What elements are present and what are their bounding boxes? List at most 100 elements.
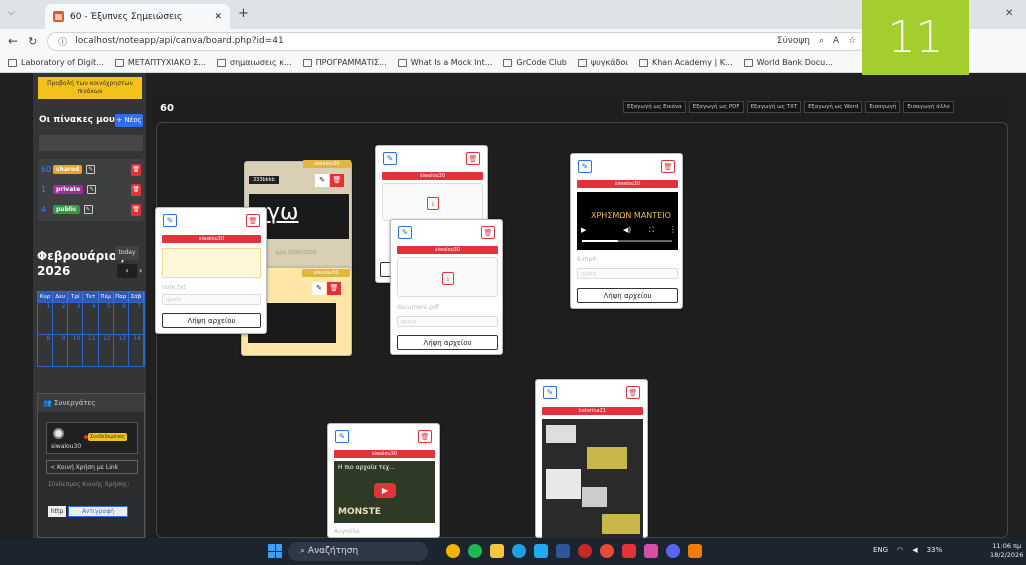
bookmark-item[interactable]: World Bank Docu... (743, 58, 833, 67)
calendar-day[interactable]: 9 (53, 335, 69, 366)
calendar-day[interactable]: 7 (129, 303, 144, 334)
app-icon[interactable] (578, 544, 592, 558)
trash-icon[interactable]: 🗑 (481, 226, 495, 239)
download-button[interactable]: Λήψη αρχείου (577, 288, 678, 303)
export-word-button[interactable]: Εξαγωγή ως Word (804, 101, 863, 113)
edit-icon[interactable]: ✎ (83, 205, 93, 214)
note-input[interactable]: ημνέα (397, 316, 498, 327)
spotify-icon[interactable] (468, 544, 482, 558)
favorite-star-icon[interactable]: ☆ (848, 36, 856, 46)
windows-start-icon[interactable] (268, 544, 282, 558)
download-button[interactable]: Λήψη αρχείου (397, 335, 498, 350)
video-player[interactable]: ΧΡΗΣΜΩΝ ΜΑΝΤΕΙΟ ▶ ◀) ⛶ ⋮ (577, 192, 678, 250)
video-card[interactable]: ✎ 🗑 siwalou30 ΧΡΗΣΜΩΝ ΜΑΝΤΕΙΟ ▶ ◀) ⛶ ⋮ 6… (570, 153, 683, 309)
app-icon[interactable] (446, 544, 460, 558)
shared-boards-button[interactable]: Προβολή των κοινόχρηστων πινάκων (38, 77, 142, 99)
address-bar[interactable]: ⓘ localhost/noteapp/api/canva/board.php?… (47, 31, 868, 51)
zoom-icon[interactable]: ⌕ (819, 36, 824, 46)
pdf-card[interactable]: ✎ 🗑 siwalou30 ⤓ document.pdf ημνέα Λήψη … (390, 219, 503, 355)
text-note-card[interactable]: ✎ 🗑 siwalou30 note.txt ημνέα Λήψη αρχείο… (155, 207, 267, 334)
read-aloud-icon[interactable]: A (833, 36, 839, 46)
calendar-next-icon[interactable]: › (139, 264, 149, 278)
note-input[interactable]: ημνέα (162, 294, 261, 305)
import-button[interactable]: Εισαγωγή (865, 101, 901, 113)
board-search-input[interactable] (39, 135, 143, 151)
bookmark-item[interactable]: Khan Academy | K... (638, 58, 733, 67)
share-link-field[interactable]: http (48, 506, 66, 517)
close-tab-icon[interactable]: ✕ (214, 12, 222, 22)
calendar-day[interactable]: 1 (38, 303, 54, 334)
trash-icon[interactable]: 🗑 (131, 203, 141, 216)
discord-icon[interactable] (666, 544, 680, 558)
trash-icon[interactable]: 🗑 (330, 174, 344, 187)
note-input[interactable]: ημνέα (577, 268, 678, 279)
board-row[interactable]: 60 shared ✎ 🗑 (41, 162, 141, 177)
trash-icon[interactable]: 🗑 (131, 183, 141, 196)
tab-list-chevron-icon[interactable]: ⌵ (8, 8, 15, 18)
edge-icon[interactable] (512, 544, 526, 558)
trash-icon[interactable]: 🗑 (626, 386, 640, 399)
volume-icon[interactable]: ◀) (623, 226, 631, 234)
calendar-day[interactable]: 2 (53, 303, 69, 334)
vscode-icon[interactable] (534, 544, 548, 558)
export-pdf-button[interactable]: Εξαγωγή ως PDF (688, 101, 744, 113)
bookmark-item[interactable]: Laboratory of Digit... (8, 58, 104, 67)
calendar-day[interactable]: 6 (114, 303, 129, 334)
taskbar-search[interactable]: ⌕ Αναζήτηση (288, 542, 428, 561)
calendar-day[interactable]: 14 (129, 335, 144, 366)
board-row[interactable]: 1 private ✎ 🗑 (41, 182, 141, 197)
trash-icon[interactable]: 🗑 (327, 282, 341, 295)
calendar-day[interactable]: 5 (99, 303, 114, 334)
image-card[interactable]: ✎ 🗑 katerina21 (535, 379, 648, 539)
edit-icon[interactable]: ✎ (87, 185, 97, 194)
copy-button[interactable]: Αντιγραφή (68, 506, 128, 517)
volume-icon[interactable]: ◀ (912, 546, 917, 554)
calendar-prev-icon[interactable]: ‹ (117, 264, 137, 278)
back-arrow-icon[interactable]: ← (8, 34, 18, 48)
sync-label[interactable]: Σύνοψη (777, 36, 810, 46)
edit-icon[interactable]: ✎ (86, 165, 96, 174)
trash-icon[interactable]: 🗑 (246, 214, 260, 227)
youtube-play-icon[interactable]: ▶ (374, 483, 396, 498)
calendar-day[interactable]: 3 (68, 303, 84, 334)
calendar-day[interactable]: 11 (83, 335, 99, 366)
edit-icon[interactable]: ✎ (312, 282, 326, 295)
new-board-button[interactable]: + Νέος (115, 114, 143, 127)
calendar-day[interactable]: 12 (99, 335, 114, 366)
export-txt-button[interactable]: Εξαγωγή ως TXT (746, 101, 802, 113)
youtube-card[interactable]: ✎ 🗑 siwalou30 Η πιο αρχαία τεχ... ▶ MONS… (327, 423, 440, 538)
edit-icon[interactable]: ✎ (398, 226, 412, 239)
youtube-embed[interactable]: Η πιο αρχαία τεχ... ▶ MONSTE (334, 461, 435, 523)
window-close-icon[interactable]: ✕ (1005, 8, 1013, 19)
download-button[interactable]: Λήψη αρχείου (162, 313, 261, 328)
bookmark-item[interactable]: σημαιωσεις κ... (217, 58, 292, 67)
reload-icon[interactable]: ↻ (28, 35, 37, 48)
trash-icon[interactable]: 🗑 (418, 430, 432, 443)
new-tab-icon[interactable]: + (238, 6, 249, 21)
pdf-reader-icon[interactable] (622, 544, 636, 558)
file-explorer-icon[interactable] (490, 544, 504, 558)
calendar-day[interactable]: 13 (114, 335, 129, 366)
taskbar-clock[interactable]: 11:06 πμ 18/2/2026 (990, 542, 1023, 560)
bookmark-item[interactable]: GrCode Club (503, 58, 567, 67)
more-options-icon[interactable]: ⋮ (669, 225, 677, 234)
bookmark-item[interactable]: ΠΡΟΓΡΑΜΜΑΤΙΣ... (302, 58, 387, 67)
share-link-button[interactable]: ≺ Κοινή Χρήση με Link (46, 460, 138, 474)
taskbar-language[interactable]: ENG (873, 546, 888, 554)
trash-icon[interactable]: 🗑 (466, 152, 480, 165)
calendar-day[interactable]: 8 (38, 335, 54, 366)
calendar-day[interactable]: 4 (83, 303, 99, 334)
app-icon[interactable] (644, 544, 658, 558)
edit-icon[interactable]: ✎ (543, 386, 557, 399)
chrome-icon[interactable] (600, 544, 614, 558)
calendar-day[interactable]: 10 (68, 335, 84, 366)
trash-icon[interactable]: 🗑 (131, 163, 141, 176)
calendar-today-button[interactable]: today (115, 246, 139, 260)
edit-icon[interactable]: ✎ (383, 152, 397, 165)
export-image-button[interactable]: Εξαγωγή ως Εικόνα (623, 101, 686, 113)
trash-icon[interactable]: 🗑 (661, 160, 675, 173)
edit-icon[interactable]: ✎ (335, 430, 349, 443)
board-row[interactable]: 4 public ✎ 🗑 (41, 202, 141, 217)
edit-icon[interactable]: ✎ (315, 174, 329, 187)
import-other-button[interactable]: Εισαγωγή άλλο (903, 101, 954, 113)
